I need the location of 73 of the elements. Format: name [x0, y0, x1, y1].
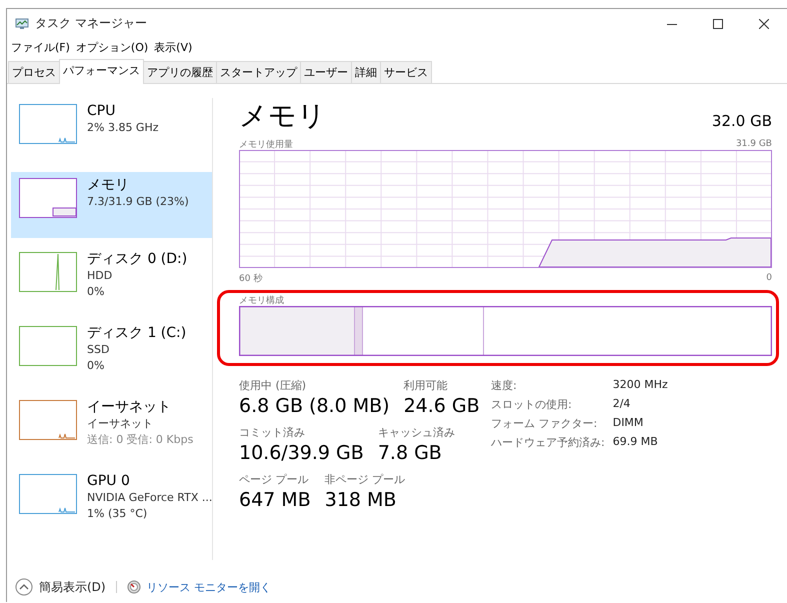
chart-max-label: 31.9 GB — [736, 139, 772, 149]
graph-thumbnail-icon — [19, 178, 77, 218]
device-detail: 1% (35 °C) — [87, 506, 148, 522]
device-detail: 0% — [87, 358, 106, 374]
sidebar-item[interactable]: ディスク 1 (C:) SSD 0% — [11, 320, 212, 386]
graph-thumbnail-icon — [19, 400, 77, 440]
graph-thumbnail-icon — [19, 326, 77, 366]
chart-label: メモリ使用量 — [239, 138, 293, 150]
menu-item[interactable]: ファイル(F) — [11, 40, 70, 54]
spec-label: スロットの使用: — [491, 397, 573, 412]
sidebar-item[interactable]: メモリ 7.3/31.9 GB (23%) — [11, 172, 212, 238]
time-axis-label: 0 — [766, 273, 772, 283]
stat-value: 10.6/39.9 GB — [239, 441, 364, 466]
device-name: ディスク 0 (D:) — [87, 250, 188, 268]
graph-thumbnail-icon — [19, 104, 77, 144]
stat-label: コミット済み — [239, 425, 306, 440]
tab[interactable]: サービス — [380, 61, 432, 83]
stat-value: 24.6 GB — [404, 394, 480, 419]
chart-label: メモリ構成 — [239, 294, 284, 306]
gauge-icon — [126, 580, 141, 594]
tab[interactable]: アプリの履歴 — [143, 61, 217, 83]
resource-monitor-link[interactable]: リソース モニターを開く — [146, 580, 272, 594]
device-detail: イーサネット — [87, 416, 154, 432]
device-detail: 送信: 0 受信: 0 Kbps — [87, 432, 194, 448]
device-detail: 0% — [87, 284, 106, 300]
menu-item[interactable]: 表示(V) — [154, 40, 192, 54]
fewer-details-toggle[interactable]: 簡易表示(D) — [39, 578, 106, 596]
device-name: ディスク 1 (C:) — [87, 324, 186, 342]
spec-value: DIMM — [612, 416, 644, 431]
tab[interactable]: ユーザー — [300, 61, 352, 83]
spec-label: フォーム ファクター: — [491, 416, 598, 431]
device-detail: 7.3/31.9 GB (23%) — [87, 194, 189, 210]
device-name: CPU — [87, 102, 116, 120]
graph-thumbnail-icon — [19, 474, 77, 514]
monitor-icon — [15, 18, 29, 30]
time-axis-label: 60 秒 — [239, 272, 262, 284]
sidebar-item[interactable]: イーサネット イーサネット 送信: 0 受信: 0 Kbps — [11, 394, 212, 460]
stat-value: 318 MB — [324, 488, 398, 513]
window-title: タスク マネージャー — [35, 15, 147, 32]
tab[interactable]: 詳細 — [351, 61, 381, 83]
tab[interactable]: パフォーマンス — [59, 59, 144, 84]
stat-label: 非ページ プール — [324, 472, 406, 487]
spec-value: 69.9 MB — [612, 435, 659, 450]
page-title: メモリ — [239, 98, 326, 134]
total-memory: 32.0 GB — [712, 112, 772, 132]
sidebar-item[interactable]: ディスク 0 (D:) HDD 0% — [11, 246, 212, 312]
stat-value: 6.8 GB (8.0 MB) — [239, 394, 390, 419]
stat-label: 使用中 (圧縮) — [239, 378, 308, 393]
chevron-up-icon[interactable] — [15, 578, 33, 596]
stat-label: ページ プール — [239, 472, 310, 487]
stat-label: 利用可能 — [404, 378, 449, 393]
stat-value: 647 MB — [239, 488, 311, 513]
device-detail: NVIDIA GeForce RTX ... — [87, 490, 212, 506]
sidebar-item[interactable]: GPU 0 NVIDIA GeForce RTX ... 1% (35 °C) — [11, 468, 212, 534]
device-name: GPU 0 — [87, 472, 131, 490]
spec-label: 速度: — [491, 378, 518, 393]
spec-label: ハードウェア予約済み: — [491, 435, 605, 450]
stat-label: キャッシュ済み — [378, 425, 455, 440]
spec-value: 2/4 — [612, 397, 632, 412]
sidebar-item[interactable]: CPU 2% 3.85 GHz — [11, 98, 212, 164]
close-icon — [759, 18, 769, 28]
menu-item[interactable]: オプション(O) — [76, 40, 148, 54]
device-detail: HDD — [87, 268, 114, 284]
device-detail: SSD — [87, 342, 110, 358]
device-name: メモリ — [87, 176, 130, 194]
stat-value: 7.8 GB — [378, 441, 443, 466]
device-detail: 2% 3.85 GHz — [87, 120, 159, 136]
device-name: イーサネット — [87, 398, 172, 416]
maximize-icon — [713, 18, 723, 28]
tab[interactable]: スタートアップ — [216, 61, 301, 83]
spec-value: 3200 MHz — [612, 378, 668, 393]
tab[interactable]: プロセス — [8, 61, 60, 83]
graph-thumbnail-icon — [19, 252, 77, 292]
